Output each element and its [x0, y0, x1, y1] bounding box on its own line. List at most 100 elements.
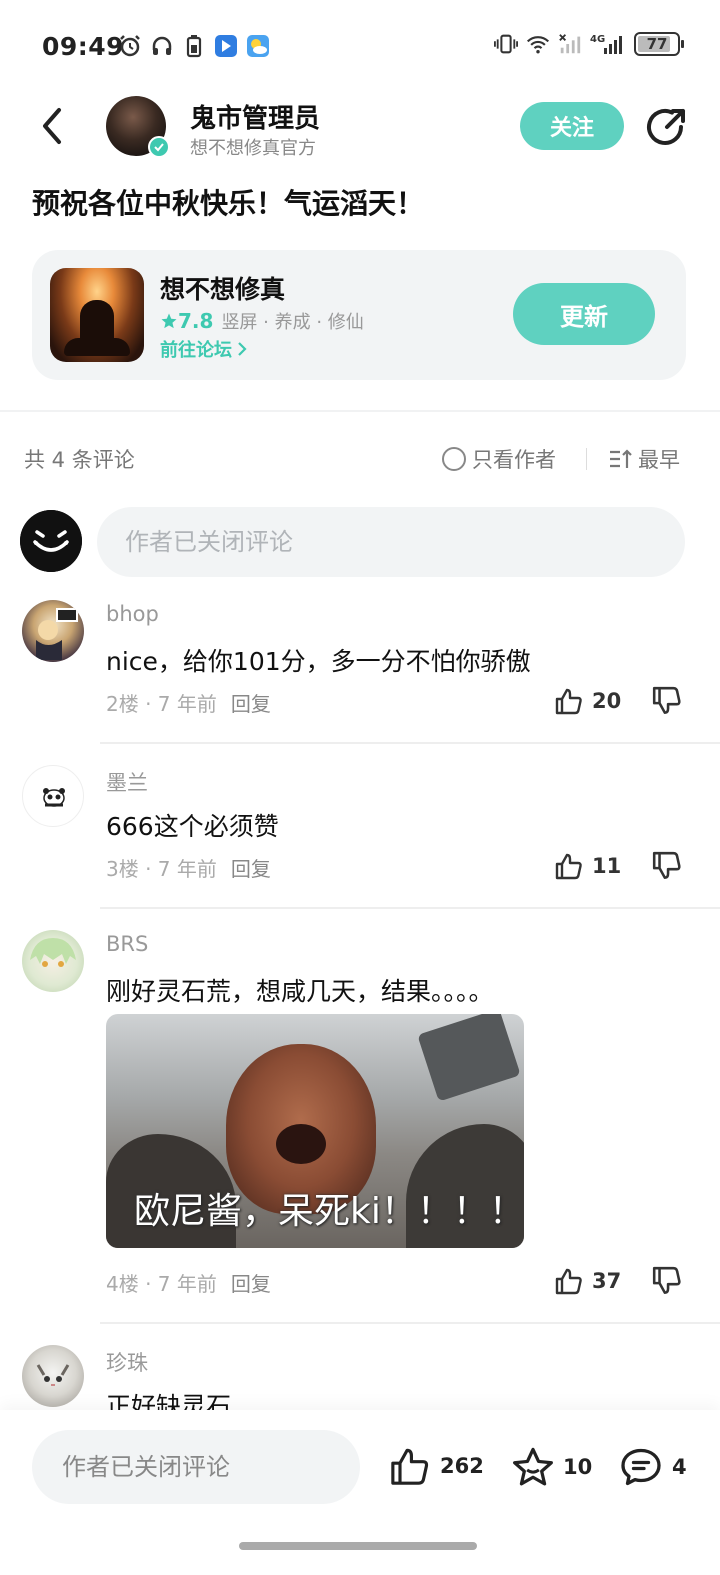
like-count: 37: [592, 1269, 622, 1293]
commenter-name[interactable]: BRS: [106, 932, 148, 956]
device-battery-icon: [182, 34, 206, 58]
battery-indicator: 77: [634, 32, 684, 56]
smiley-avatar-icon: [20, 510, 82, 572]
comment-dislike-button[interactable]: [650, 1264, 684, 1298]
back-button[interactable]: [32, 106, 72, 146]
comment-like-button[interactable]: 37: [554, 1266, 621, 1296]
comment-floor-time: 4楼 · 7 年前: [106, 1272, 217, 1296]
sort-button[interactable]: 最早: [608, 444, 680, 474]
comment-bubble-icon: [621, 1448, 661, 1486]
author-subtitle: 想不想修真官方: [190, 138, 316, 159]
star-icon: [161, 313, 177, 329]
only-author-toggle[interactable]: 只看作者: [442, 444, 556, 474]
comment-image[interactable]: 欧尼酱，呆死ki！！！！: [106, 1014, 524, 1248]
headphones-icon: [150, 34, 174, 58]
alarm-icon: [118, 34, 142, 58]
comment-item: bhop nice，给你101分，多一分不怕你骄傲 2楼 · 7 年前 回复 2…: [0, 600, 720, 744]
comment-floor-time: 3楼 · 7 年前: [106, 857, 217, 881]
radio-icon: [442, 447, 466, 471]
commenter-avatar[interactable]: [22, 765, 84, 827]
comment-count: 共 4 条评论: [24, 448, 135, 472]
battery-level-text: 77: [646, 35, 668, 53]
bottom-action-bar: 262 10 4: [0, 1410, 720, 1575]
post-comment-count: 4: [672, 1455, 687, 1479]
comment-meta: 4楼 · 7 年前 回复: [106, 1268, 271, 1297]
thumbs-up-icon: [555, 688, 582, 715]
like-count: 20: [592, 689, 622, 713]
comment-divider: [100, 907, 720, 909]
game-rating-value: 7.8: [178, 309, 214, 333]
wifi-icon: [526, 32, 550, 56]
game-meta: 7.8 竖屏 · 养成 · 修仙: [160, 308, 364, 334]
game-icon: [50, 268, 144, 362]
status-bar: 09:49 4G 77: [0, 0, 720, 96]
post-header: 鬼市管理员 想不想修真官方 关注: [0, 96, 720, 160]
author-name[interactable]: 鬼市管理员: [190, 98, 320, 135]
commenter-avatar[interactable]: [22, 1345, 84, 1407]
comment-divider: [100, 1322, 720, 1324]
thumbs-down-icon: [652, 686, 681, 715]
post-like-button[interactable]: 262: [388, 1446, 484, 1486]
comment-text: 666这个必须赞: [106, 812, 279, 841]
post-like-count: 262: [440, 1454, 484, 1478]
vibrate-icon: [494, 32, 518, 56]
follow-button[interactable]: 关注: [520, 102, 624, 150]
sort-icon: [610, 449, 632, 468]
status-system-icons: 4G 77: [494, 32, 684, 56]
status-notification-icons: [118, 34, 270, 58]
commenter-name[interactable]: bhop: [106, 602, 159, 626]
my-avatar[interactable]: [20, 510, 82, 572]
comment-item: 墨兰 666这个必须赞 3楼 · 7 年前 回复 11: [0, 765, 720, 909]
comment-item: BRS 刚好灵石荒，想咸几天，结果。。。。 欧尼酱，呆死ki！！！！ 4楼 · …: [0, 930, 720, 1324]
comment-like-button[interactable]: 20: [554, 686, 621, 716]
comment-item: 珍珠 正好缺灵石: [0, 1345, 720, 1415]
game-name: 想不想修真: [160, 275, 286, 304]
update-button[interactable]: 更新: [513, 283, 655, 345]
home-indicator[interactable]: [239, 1542, 477, 1550]
post-title: 预祝各位中秋快乐！气运滔天！: [32, 187, 425, 220]
signal-no-sim-icon: [558, 32, 582, 56]
commenter-avatar[interactable]: [22, 600, 84, 662]
header-separator: [586, 448, 587, 470]
comment-input[interactable]: [97, 507, 685, 577]
comment-text: nice，给你101分，多一分不怕你骄傲: [106, 647, 531, 676]
verified-badge-icon: [148, 136, 170, 158]
reply-button[interactable]: 回复: [231, 688, 271, 717]
weather-icon: [246, 34, 270, 58]
app-notification-icon: [214, 34, 238, 58]
thumbs-down-icon: [652, 1266, 681, 1295]
comment-dislike-button[interactable]: [650, 684, 684, 718]
comment-floor-time: 2楼 · 7 年前: [106, 692, 217, 716]
game-tags: 竖屏 · 养成 · 修仙: [221, 312, 364, 333]
commenter-avatar[interactable]: [22, 930, 84, 992]
commenter-name[interactable]: 珍珠: [106, 1347, 148, 1377]
svg-text:4G: 4G: [590, 34, 605, 45]
forum-link[interactable]: 前往论坛: [160, 336, 248, 362]
post-favorite-button[interactable]: 10: [511, 1446, 592, 1488]
author-avatar[interactable]: [106, 96, 170, 158]
meme-caption: 欧尼酱，呆死ki！！！！: [134, 1191, 524, 1232]
like-count: 11: [592, 854, 622, 878]
section-divider: [0, 410, 720, 412]
post-favorite-count: 10: [563, 1455, 593, 1479]
signal-4g-icon: 4G: [590, 32, 626, 56]
comment-meta: 2楼 · 7 年前 回复: [106, 688, 271, 717]
post-comment-button[interactable]: 4: [618, 1446, 687, 1488]
bottom-comment-input[interactable]: [32, 1430, 360, 1504]
share-button[interactable]: [644, 104, 690, 150]
comment-dislike-button[interactable]: [650, 849, 684, 883]
chevron-left-icon: [43, 108, 61, 144]
star-icon: [513, 1447, 553, 1486]
thumbs-up-icon: [555, 853, 582, 880]
comment-text: 刚好灵石荒，想咸几天，结果。。。。: [106, 977, 494, 1006]
reply-button[interactable]: 回复: [231, 1268, 271, 1297]
thumbs-down-icon: [652, 851, 681, 880]
thumbs-up-icon: [391, 1448, 429, 1485]
thumbs-up-icon: [555, 1268, 582, 1295]
comment-like-button[interactable]: 11: [554, 851, 621, 881]
game-card[interactable]: 想不想修真 7.8 竖屏 · 养成 · 修仙 前往论坛 更新: [32, 250, 686, 380]
reply-button[interactable]: 回复: [231, 853, 271, 882]
game-rating: 7.8: [160, 309, 213, 333]
comments-header: 共 4 条评论 只看作者 最早: [0, 438, 720, 478]
commenter-name[interactable]: 墨兰: [106, 767, 148, 797]
